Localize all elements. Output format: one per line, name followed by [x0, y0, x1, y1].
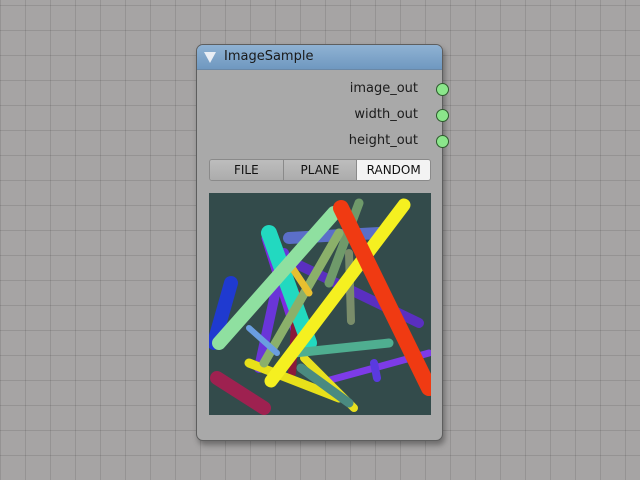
output-socket-icon[interactable] — [436, 109, 449, 122]
output-height-out: height_out — [197, 132, 449, 152]
tab-file[interactable]: FILE — [210, 160, 284, 180]
output-label: height_out — [348, 133, 418, 148]
node-header[interactable]: ImageSample — [197, 45, 442, 70]
image-preview — [209, 193, 431, 415]
output-socket-icon[interactable] — [436, 135, 449, 148]
random-lines-image — [209, 198, 431, 415]
output-width-out: width_out — [197, 106, 449, 126]
mode-tabs: FILE PLANE RANDOM — [209, 159, 431, 181]
tab-plane[interactable]: PLANE — [283, 160, 358, 180]
output-socket-icon[interactable] — [436, 83, 449, 96]
collapse-triangle-icon[interactable] — [204, 52, 216, 63]
tab-random[interactable]: RANDOM — [357, 160, 430, 180]
output-label: image_out — [349, 81, 418, 96]
node-title: ImageSample — [224, 49, 314, 64]
output-label: width_out — [354, 107, 418, 122]
output-image-out: image_out — [197, 80, 449, 100]
image-sample-node[interactable]: ImageSample image_out width_out height_o… — [196, 44, 449, 441]
